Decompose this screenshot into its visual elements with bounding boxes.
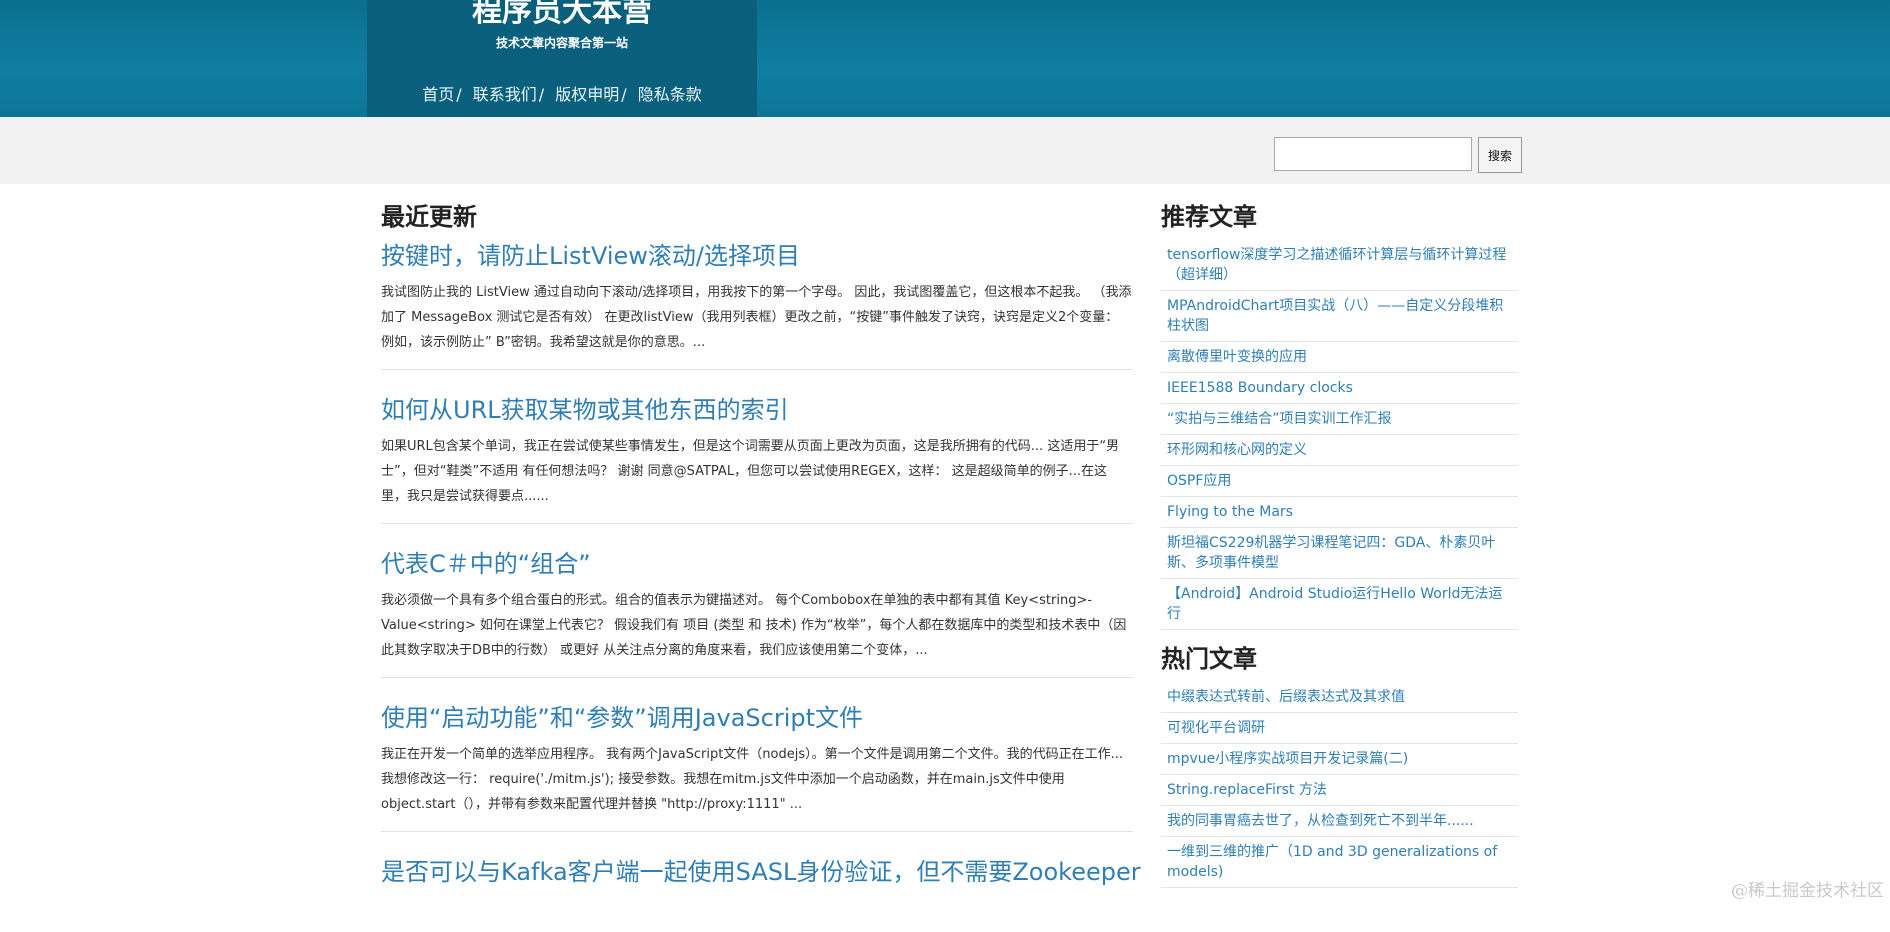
hot-list: 中缀表达式转前、后缀表达式及其求值 可视化平台调研 mpvue小程序实战项目开发… [1161, 682, 1518, 888]
hot-article-link[interactable]: 中缀表达式转前、后缀表达式及其求值 [1161, 682, 1518, 713]
article-item: 如何从URL获取某物或其他东西的索引 如果URL包含某个单词，我正在尝试使某些事… [381, 392, 1133, 524]
hot-heading: 热门文章 [1161, 645, 1257, 673]
site-title[interactable]: 程序员大本营 [367, 0, 757, 32]
article-title-link[interactable]: 如何从URL获取某物或其他东西的索引 [381, 392, 1133, 428]
article-item: 使用“启动功能”和“参数”调用JavaScript文件 我正在开发一个简单的选举… [381, 700, 1133, 832]
article-title-link[interactable]: 代表C＃中的“组合” [381, 546, 1133, 582]
recommended-article-link[interactable]: 斯坦福CS229机器学习课程笔记四：GDA、朴素贝叶斯、多项事件模型 [1161, 528, 1518, 579]
site-subtitle: 技术文章内容聚合第一站 [495, 36, 628, 50]
search-button[interactable]: 搜索 [1478, 137, 1522, 173]
article-excerpt: 我必须做一个具有多个组合蛋白的形式。组合的值表示为键描述对。 每个Combobo… [381, 593, 1127, 658]
hot-article-link[interactable]: mpvue小程序实战项目开发记录篇(二) [1161, 744, 1518, 775]
recommended-article-link[interactable]: “实拍与三维结合”项目实训工作汇报 [1161, 404, 1518, 435]
nav-separator: / [456, 85, 462, 104]
watermark: @稀土掘金技术社区 [1731, 881, 1884, 901]
article-excerpt: 我试图防止我的 ListView 通过自动向下滚动/选择项目，用我按下的第一个字… [381, 285, 1132, 350]
nav-copyright-link[interactable]: 版权申明 [555, 85, 619, 104]
hot-article-link[interactable]: 一维到三维的推广（1D and 3D generalizations of mo… [1161, 837, 1518, 888]
article-item: 代表C＃中的“组合” 我必须做一个具有多个组合蛋白的形式。组合的值表示为键描述对… [381, 546, 1133, 678]
recommended-article-link[interactable]: Flying to the Mars [1161, 497, 1518, 528]
recommended-heading: 推荐文章 [1161, 203, 1257, 231]
recommended-article-link[interactable]: tensorflow深度学习之描述循环计算层与循环计算过程（超详细） [1161, 240, 1518, 291]
nav-home-link[interactable]: 首页 [422, 85, 454, 104]
hot-article-link[interactable]: 可视化平台调研 [1161, 713, 1518, 744]
article-title-link[interactable]: 是否可以与Kafka客户端一起使用SASL身份验证，但不需要Zookeeper [381, 854, 1141, 890]
nav-separator: / [538, 85, 545, 104]
brand-box: 程序员大本营 技术文章内容聚合第一站 首页 / 联系我们 / 版权申明 / 隐私条款 [367, 0, 757, 117]
hot-article-link[interactable]: 我的同事胃癌去世了，从检查到死亡不到半年...... [1161, 806, 1518, 837]
sidebar: 推荐文章 tensorflow深度学习之描述循环计算层与循环计算过程（超详细） … [1161, 200, 1518, 900]
recommended-article-link[interactable]: 【Android】Android Studio运行Hello World无法运行 [1161, 579, 1518, 630]
article-item: 是否可以与Kafka客户端一起使用SASL身份验证，但不需要Zookeeper [381, 854, 1141, 910]
article-item: 按键时，请防止ListView滚动/选择项目 我试图防止我的 ListView … [381, 238, 1133, 370]
search-input[interactable] [1274, 137, 1472, 171]
site-header: 程序员大本营 技术文章内容聚合第一站 首页 / 联系我们 / 版权申明 / 隐私条款 [0, 0, 1890, 117]
nav-separator: / [621, 85, 627, 104]
article-excerpt: 如果URL包含某个单词，我正在尝试使某些事情发生，但是这个词需要从页面上更改为页… [381, 439, 1120, 504]
top-nav: 首页 / 联系我们 / 版权申明 / 隐私条款 [367, 83, 757, 107]
recommended-article-link[interactable]: MPAndroidChart项目实战（八）——自定义分段堆积柱状图 [1161, 291, 1518, 342]
recommended-article-link[interactable]: 环形网和核心网的定义 [1161, 435, 1518, 466]
article-excerpt: 我正在开发一个简单的选举应用程序。 我有两个JavaScript文件（nodej… [381, 747, 1124, 812]
main-content: 最近更新 按键时，请防止ListView滚动/选择项目 我试图防止我的 List… [381, 200, 1141, 932]
recommended-article-link[interactable]: 离散傅里叶变换的应用 [1161, 342, 1518, 373]
recommended-article-link[interactable]: IEEE1588 Boundary clocks [1161, 373, 1518, 404]
nav-contact-link[interactable]: 联系我们 [473, 85, 537, 104]
recommended-article-link[interactable]: OSPF应用 [1161, 466, 1518, 497]
article-title-link[interactable]: 使用“启动功能”和“参数”调用JavaScript文件 [381, 700, 1133, 736]
search-bar: 搜索 [0, 117, 1890, 184]
article-title-link[interactable]: 按键时，请防止ListView滚动/选择项目 [381, 238, 1133, 274]
nav-privacy-link[interactable]: 隐私条款 [638, 85, 702, 104]
hot-article-link[interactable]: String.replaceFirst 方法 [1161, 775, 1518, 806]
recent-updates-heading: 最近更新 [381, 203, 477, 231]
recommended-list: tensorflow深度学习之描述循环计算层与循环计算过程（超详细） MPAnd… [1161, 240, 1518, 630]
